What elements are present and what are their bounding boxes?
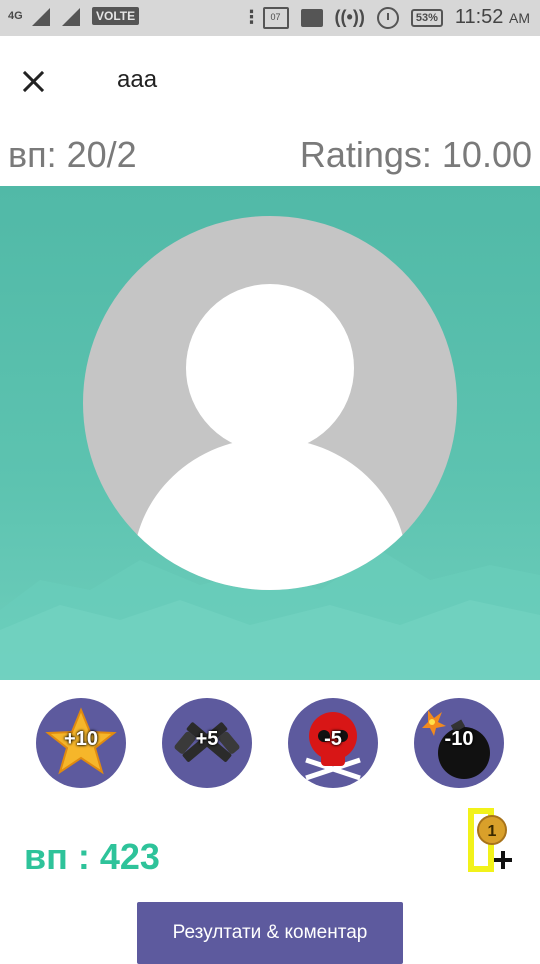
more-notifications-icon: ⋮	[242, 7, 261, 27]
hotspot-icon: ((•))	[334, 7, 365, 27]
app-header: aaa	[0, 36, 540, 126]
results-comment-button[interactable]: Резултати & коментар	[137, 902, 403, 964]
signal-sim2-icon	[62, 8, 80, 26]
coin-value: 1	[488, 823, 497, 840]
ratings-value: Ratings: 10.00	[299, 134, 532, 175]
volte-badge: VOLTE	[92, 7, 140, 25]
minus-10-button[interactable]: -10	[414, 698, 504, 788]
avatar-body	[133, 438, 407, 590]
network-type: 4G	[8, 10, 23, 22]
vp-count: вп: 20/2	[8, 134, 137, 175]
add-coin-icon[interactable]: 1	[466, 806, 516, 876]
plus-10-button[interactable]: +10	[36, 698, 126, 788]
image-icon	[300, 8, 323, 27]
calendar-icon: 07	[262, 6, 289, 29]
close-icon[interactable]	[18, 66, 48, 96]
plus-5-label: +5	[195, 728, 219, 750]
avatar[interactable]	[83, 216, 457, 590]
alarm-icon	[376, 6, 399, 29]
status-bar: 4G VOLTE ⋮ 07 ((•)) 53% 11:52 AM	[0, 0, 540, 36]
points-total: вп : 423	[24, 836, 160, 877]
profile-hero	[0, 186, 540, 680]
page-title: aaa	[117, 66, 158, 93]
plus-10-label: +10	[64, 728, 98, 750]
avatar-head	[186, 284, 354, 452]
minus-10-label: -10	[444, 728, 474, 750]
battery-indicator: 53%	[410, 8, 443, 27]
minus-5-label: -5	[324, 728, 342, 750]
signal-sim1-icon	[32, 8, 50, 26]
stats-bar: вп: 20/2 Ratings: 10.00	[0, 126, 540, 187]
minus-5-button[interactable]: -5	[288, 698, 378, 788]
plus-5-button[interactable]: +5	[162, 698, 252, 788]
clock-time: 11:52 AM	[454, 6, 530, 28]
